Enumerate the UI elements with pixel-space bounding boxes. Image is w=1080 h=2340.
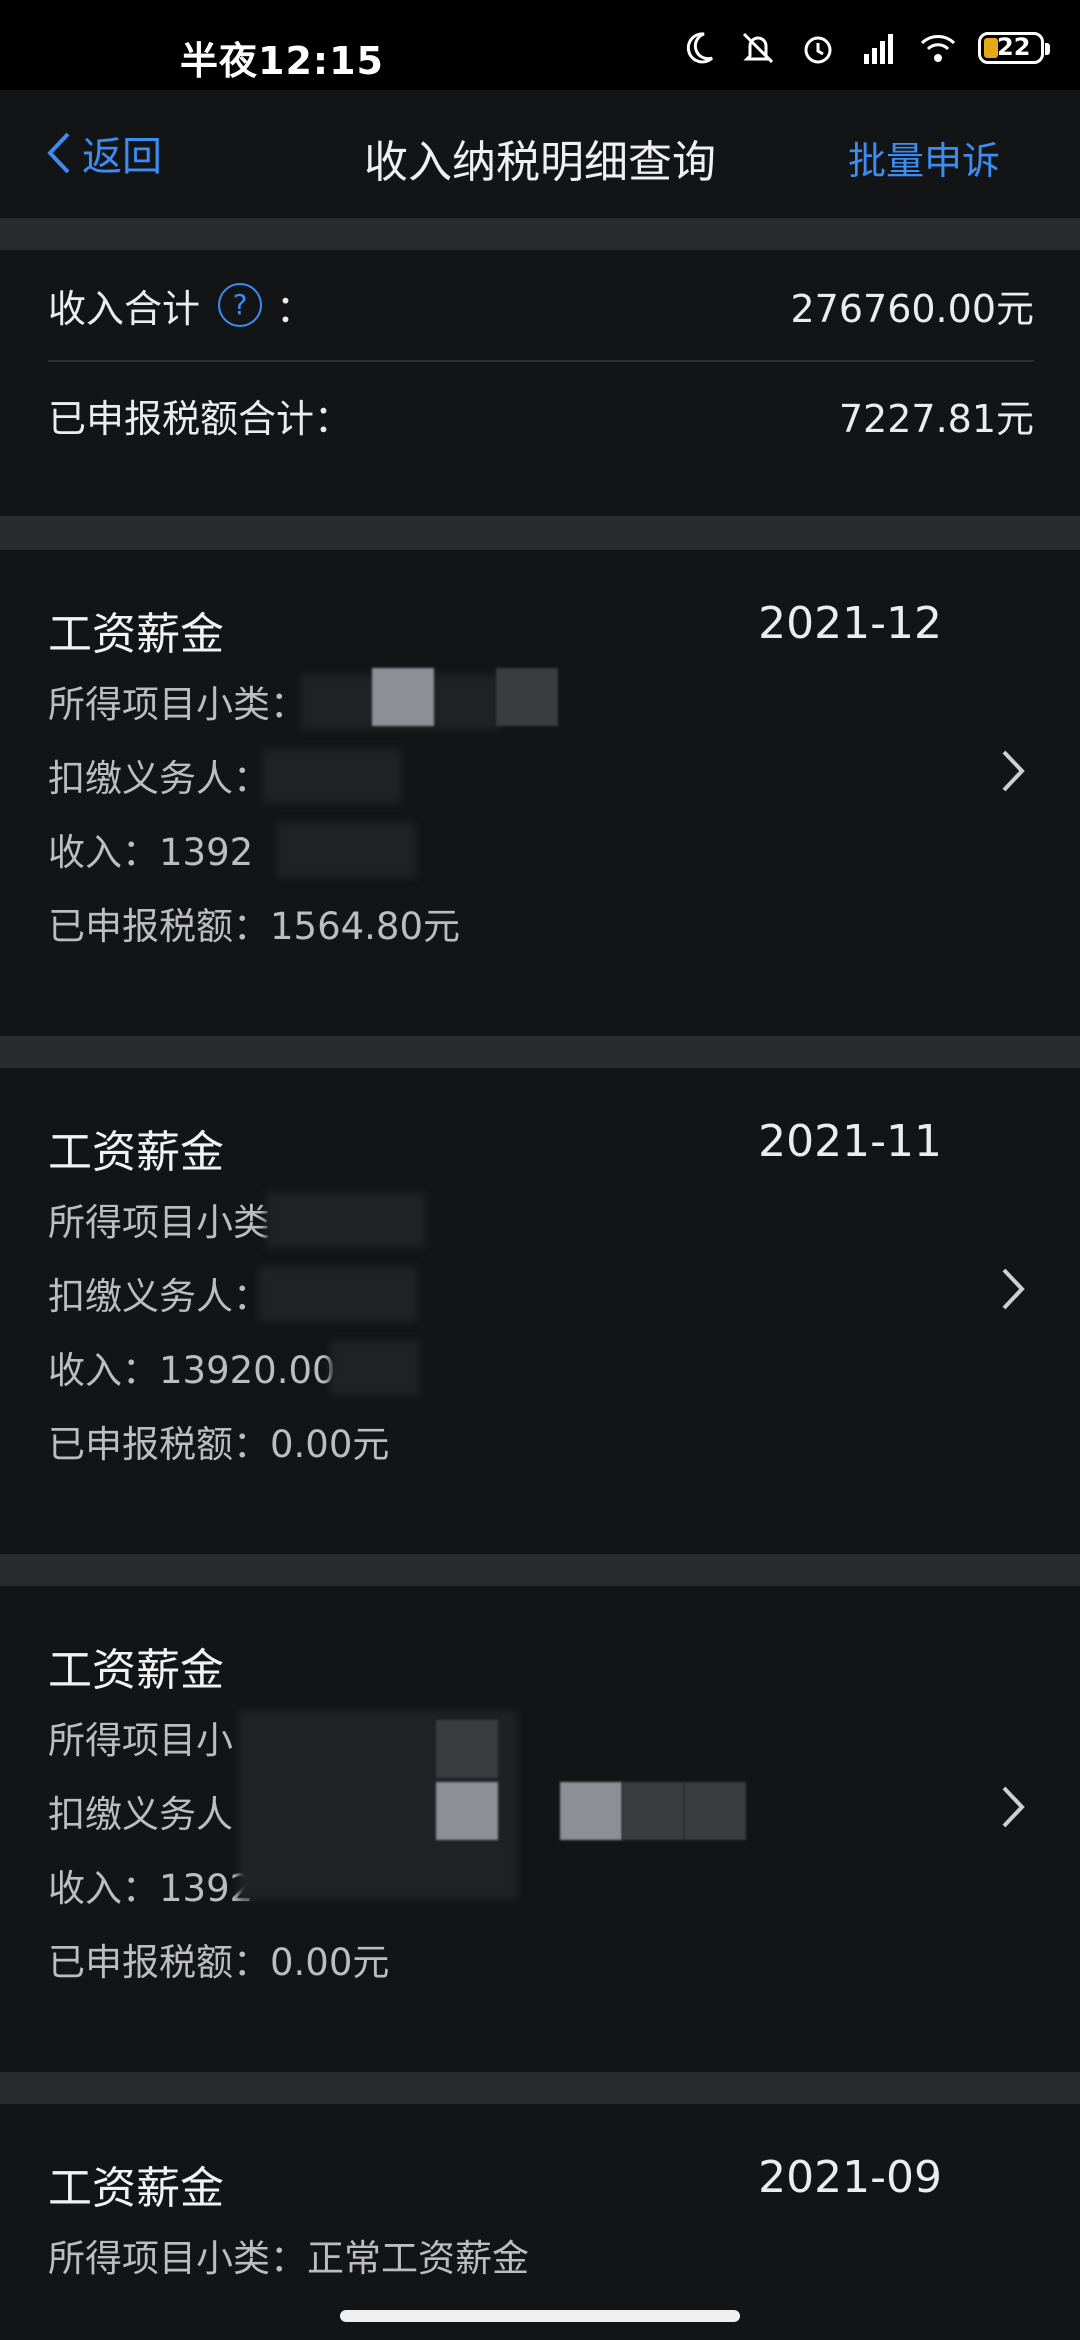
record-withholder: 扣缴义务人： xyxy=(48,757,270,800)
record-withholder: 扣缴义务人 xyxy=(48,1793,233,1836)
record-income: 收入：1392 xyxy=(48,831,254,874)
redaction-mask xyxy=(330,1340,420,1396)
record-title: 工资薪金 xyxy=(48,1645,224,1696)
income-total-colon: ： xyxy=(276,286,315,331)
record-date: 2021-11 xyxy=(758,1116,942,1167)
record-tax: 已申报税额：0.00元 xyxy=(48,1941,390,1984)
record-subcategory: 所得项目小类： xyxy=(48,683,307,726)
record-income: 收入：13920.00元 xyxy=(48,1349,373,1392)
mute-icon xyxy=(742,32,774,64)
record-card[interactable]: 工资薪金 2021-09 所得项目小类：正常工资薪金 xyxy=(0,2104,1080,2340)
home-indicator[interactable] xyxy=(340,2310,740,2322)
record-subcategory: 所得项目小类 xyxy=(48,1201,270,1244)
record-subcategory: 所得项目小类：正常工资薪金 xyxy=(48,2237,529,2280)
status-bar: 半夜12:15 22 xyxy=(0,0,1080,90)
record-tax: 已申报税额：1564.80元 xyxy=(48,905,461,948)
record-card[interactable]: 工资薪金 所得项目小 扣缴义务人 收入：1392 已申报税额：0.00元 xyxy=(0,1586,1080,2072)
help-icon[interactable]: ? xyxy=(218,283,263,327)
batch-appeal-button[interactable]: 批量申诉 xyxy=(848,130,1000,185)
battery-icon: 22 xyxy=(978,32,1050,64)
status-time: 半夜12:15 xyxy=(180,39,384,83)
record-subcategory: 所得项目小 xyxy=(48,1719,233,1762)
tax-total-value: 7227.81元 xyxy=(838,396,1034,441)
record-tax: 已申报税额：0.00元 xyxy=(48,1423,390,1466)
record-date: 2021-12 xyxy=(758,598,942,649)
signal-icon xyxy=(864,34,893,64)
record-title: 工资薪金 xyxy=(48,1127,224,1178)
chevron-right-icon xyxy=(1002,1786,1025,1828)
redaction-mask xyxy=(436,1782,498,1840)
redaction-mask xyxy=(276,822,416,878)
income-total-label: 收入合计 xyxy=(48,286,201,331)
status-icons: 22 xyxy=(678,28,1050,68)
chevron-right-icon xyxy=(1002,1268,1025,1310)
tax-total-label: 已申报税额合计： xyxy=(48,396,353,441)
record-date: 2021-09 xyxy=(758,2152,942,2203)
redaction-mask xyxy=(436,1720,498,1778)
tax-total-row: 已申报税额合计： 7227.81元 xyxy=(48,360,1034,470)
record-card[interactable]: 工资薪金 2021-12 所得项目小类： 扣缴义务人： 收入：1392 已申报税… xyxy=(0,550,1080,1036)
record-card[interactable]: 工资薪金 2021-11 所得项目小类 扣缴义务人： 收入：13920.00元 … xyxy=(0,1068,1080,1554)
record-income: 收入：1392 xyxy=(48,1867,254,1910)
nav-bar: 返回 收入纳税明细查询 批量申诉 xyxy=(0,90,1080,218)
redaction-mask xyxy=(372,668,434,726)
record-title: 工资薪金 xyxy=(48,609,224,660)
chevron-right-icon xyxy=(1002,750,1025,792)
income-total-value: 276760.00元 xyxy=(790,286,1035,331)
back-label: 返回 xyxy=(82,134,162,180)
back-button[interactable]: 返回 xyxy=(44,124,162,182)
redaction-mask xyxy=(266,1192,426,1248)
battery-level: 22 xyxy=(997,33,1031,61)
income-total-row: 收入合计 ? ： 276760.00元 xyxy=(48,250,1034,362)
redaction-mask xyxy=(258,1266,418,1322)
chevron-left-icon xyxy=(47,132,70,174)
alarm-icon xyxy=(804,36,832,64)
income-total-label-wrap: 收入合计 ? ： xyxy=(48,278,314,333)
record-title: 工资薪金 xyxy=(48,2163,224,2214)
wifi-icon xyxy=(920,35,956,62)
record-withholder: 扣缴义务人： xyxy=(48,1275,270,1318)
battery-fill xyxy=(984,38,998,58)
redaction-mask xyxy=(684,1782,746,1840)
summary-panel: 收入合计 ? ： 276760.00元 已申报税额合计： 7227.81元 xyxy=(0,250,1080,516)
redaction-mask xyxy=(496,668,558,726)
redaction-mask xyxy=(622,1782,684,1840)
redaction-mask xyxy=(560,1782,622,1840)
redaction-mask xyxy=(262,748,402,804)
moon-icon xyxy=(686,32,714,64)
